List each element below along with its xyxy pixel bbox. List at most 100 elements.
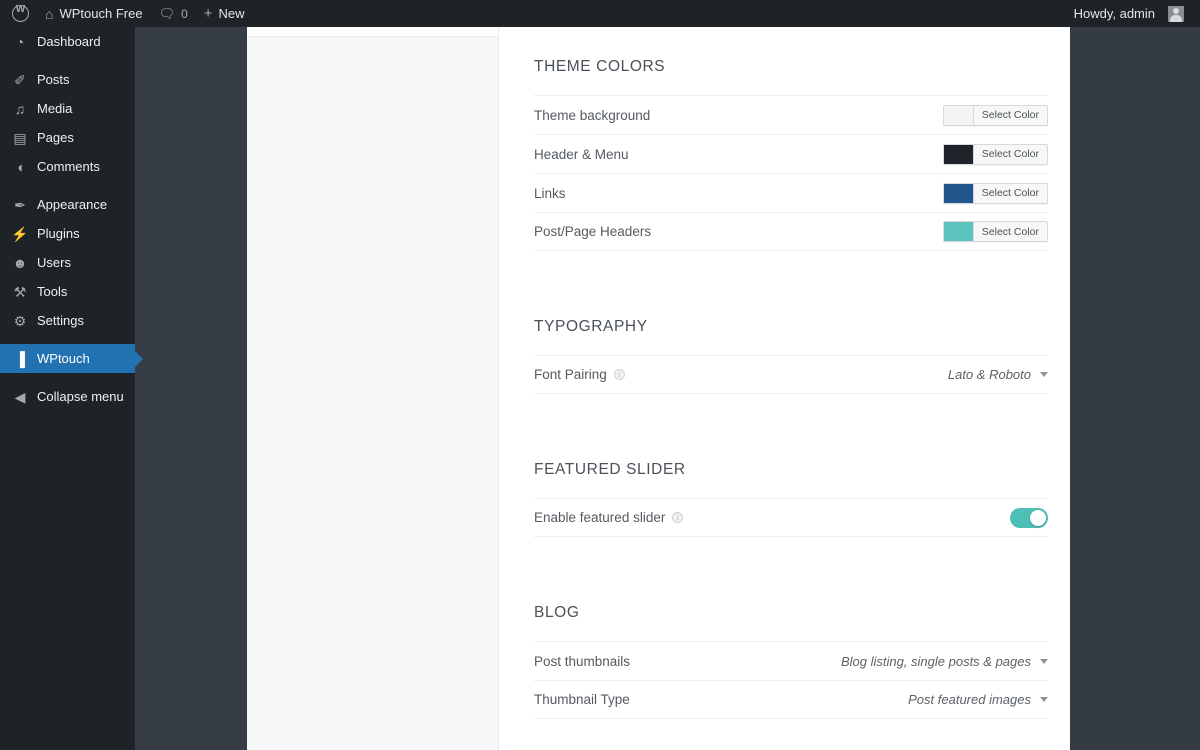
plug-icon: ⚡ (11, 225, 29, 242)
section-theme-colors: THEME COLORS Theme background Select Color… (499, 27, 1070, 251)
sidebar-item-wptouch[interactable]: ▐ WPtouch (0, 344, 143, 373)
admin-bar-left: ⌂ WPtouch Free 🗨 0 + New (0, 0, 253, 27)
color-swatch[interactable] (943, 222, 974, 241)
sidebar-separator (0, 56, 135, 65)
dropdown-select[interactable]: Post featured images (908, 692, 1048, 707)
section-featured-slider: FEATURED SLIDER Enable featured slider i (499, 430, 1070, 537)
sidebar-item-media[interactable]: ♫ Media (0, 94, 135, 123)
option-label: Font Pairing i (534, 367, 625, 382)
option-row: Post/Page Headers Select Color (534, 212, 1048, 251)
sidebar-item-label: Settings (37, 313, 84, 328)
dropdown-select[interactable]: Blog listing, single posts & pages (841, 654, 1048, 669)
option-control: Lato & Roboto (948, 367, 1048, 382)
wrench-icon: ⚒ (13, 283, 27, 300)
pages-icon: ▤ (13, 129, 27, 146)
sidebar-item-label: Appearance (37, 197, 108, 212)
color-swatch[interactable] (943, 105, 974, 125)
wordpress-logo-icon (12, 4, 29, 22)
option-control: Select Color (942, 143, 1048, 165)
option-label-text: Font Pairing (534, 367, 607, 382)
section-typography: TYPOGRAPHY Font Pairing i Lato & Roboto (499, 287, 1070, 394)
sidebar-item-label: Comments (37, 159, 100, 174)
comments-bubble[interactable]: 🗨 0 (151, 0, 196, 27)
chevron-down-icon (1040, 372, 1048, 377)
gear-icon: ⚙ (13, 312, 27, 329)
option-row: Font Pairing i Lato & Roboto (534, 355, 1048, 394)
dropdown-value: Blog listing, single posts & pages (840, 653, 1031, 669)
color-swatch[interactable] (943, 144, 974, 164)
avatar (1168, 5, 1184, 22)
section-title: TYPOGRAPHY (534, 318, 648, 335)
color-picker-button[interactable]: Select Color (942, 182, 1048, 204)
new-content-menu[interactable]: + New (196, 0, 253, 27)
option-label: Theme background (534, 108, 650, 123)
color-picker-button[interactable]: Select Color (942, 221, 1048, 242)
color-swatch[interactable] (943, 183, 974, 203)
color-picker-button[interactable]: Select Color (942, 143, 1048, 165)
wptouch-icon: ▐ (15, 350, 25, 367)
sidebar-item-posts[interactable]: ✐ Posts (0, 65, 135, 94)
chevron-down-icon (1040, 697, 1048, 702)
sidebar-item-label: Pages (37, 130, 74, 145)
option-label-text: Header & Menu (534, 146, 629, 162)
option-control (1010, 507, 1048, 528)
option-row: Theme background Select Color (534, 95, 1048, 134)
brush-icon: ✒ (14, 196, 26, 213)
option-label-text: Links (534, 185, 566, 201)
option-label: Links (534, 186, 566, 201)
option-row: Links Select Color (534, 173, 1048, 212)
section-title: FEATURED SLIDER (534, 461, 686, 478)
sidebar-item-pages[interactable]: ▤ Pages (0, 123, 135, 152)
sidebar-item-appearance[interactable]: ✒ Appearance (0, 190, 135, 219)
pin-icon: ✐ (14, 71, 26, 88)
sidebar-item-dashboard[interactable]: ◔ Dashboard (0, 27, 135, 56)
account-menu[interactable]: Howdy, admin (1066, 0, 1192, 27)
option-label-text: Post thumbnails (534, 653, 631, 669)
plus-icon: + (203, 5, 213, 22)
option-row: Enable featured slider i (534, 498, 1048, 537)
select-color-label[interactable]: Select Color (973, 144, 1047, 164)
info-icon[interactable]: i (613, 369, 625, 380)
media-icon: ♫ (14, 100, 26, 117)
admin-bar: ⌂ WPtouch Free 🗨 0 + New Howdy, admin (0, 0, 1200, 27)
user-icon: ☻ (12, 254, 28, 271)
select-color-label[interactable]: Select Color (973, 222, 1047, 241)
sidebar-item-plugins[interactable]: ⚡ Plugins (0, 219, 135, 248)
info-icon[interactable]: i (672, 512, 684, 523)
sidebar-separator (0, 373, 135, 382)
comment-icon: ◖ (15, 158, 25, 175)
site-name-menu[interactable]: ⌂ WPtouch Free (37, 0, 151, 27)
wordpress-logo-menu[interactable] (4, 0, 37, 27)
sidebar-item-comments[interactable]: ◖ Comments (0, 152, 135, 181)
dropdown-value: Post featured images (908, 692, 1031, 707)
collapse-icon: ◀ (14, 388, 26, 405)
admin-bar-right: Howdy, admin (1066, 0, 1200, 27)
sidebar-item-users[interactable]: ☻ Users (0, 248, 135, 277)
new-label: New (218, 6, 245, 21)
toggle-switch[interactable] (1010, 507, 1048, 528)
section-title: THEME COLORS (534, 58, 666, 75)
dashboard-icon: ◔ (15, 33, 25, 50)
howdy-label: Howdy, admin (1073, 6, 1155, 21)
dropdown-value: Lato & Roboto (947, 367, 1031, 382)
sidebar-separator (0, 335, 135, 344)
option-row: Thumbnail Type Post featured images (534, 680, 1048, 719)
toggle-knob (1030, 509, 1046, 526)
option-label-text: Enable featured slider (534, 510, 666, 525)
admin-sidebar: ◔ Dashboard ✐ Posts ♫ Media ▤ Pages ◖ Comments ✒ Ap… (0, 27, 143, 750)
select-color-label[interactable]: Select Color (973, 105, 1047, 125)
color-picker-button[interactable]: Select Color (942, 104, 1048, 126)
sidebar-separator (0, 181, 135, 190)
dropdown-select[interactable]: Lato & Roboto (948, 367, 1048, 382)
sidebar-item-settings[interactable]: ⚙ Settings (0, 306, 135, 335)
option-control: Select Color (942, 221, 1048, 242)
select-color-label[interactable]: Select Color (973, 183, 1047, 203)
home-icon: ⌂ (45, 5, 54, 22)
sidebar-item-collapse-menu[interactable]: ◀ Collapse menu (0, 382, 135, 411)
comment-count: 0 (181, 6, 188, 21)
option-control: Post featured images (908, 692, 1048, 707)
option-label-text: Post/Page Headers (534, 224, 652, 239)
sidebar-item-tools[interactable]: ⚒ Tools (0, 277, 135, 306)
